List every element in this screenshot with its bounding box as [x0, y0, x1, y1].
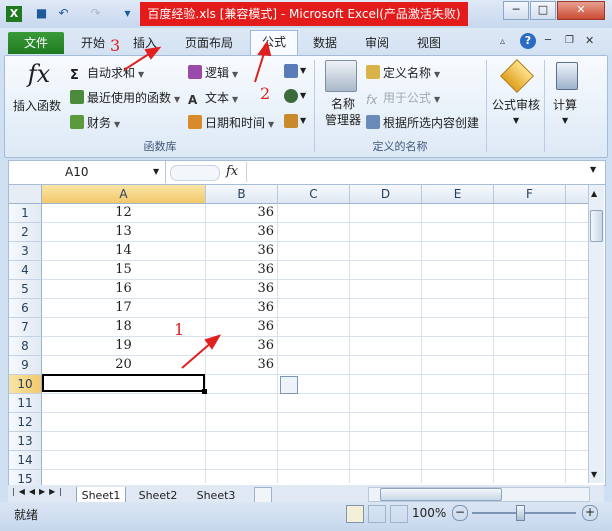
annotation-number-2: 2 [260, 84, 271, 103]
annotation-number-1: 1 [174, 320, 185, 339]
arrow-1-shaft [181, 341, 213, 369]
annotation-overlay [123, 40, 272, 369]
arrow-2-head [257, 40, 272, 57]
arrow-3-head [144, 46, 162, 60]
annotation-number-3: 3 [110, 36, 121, 55]
